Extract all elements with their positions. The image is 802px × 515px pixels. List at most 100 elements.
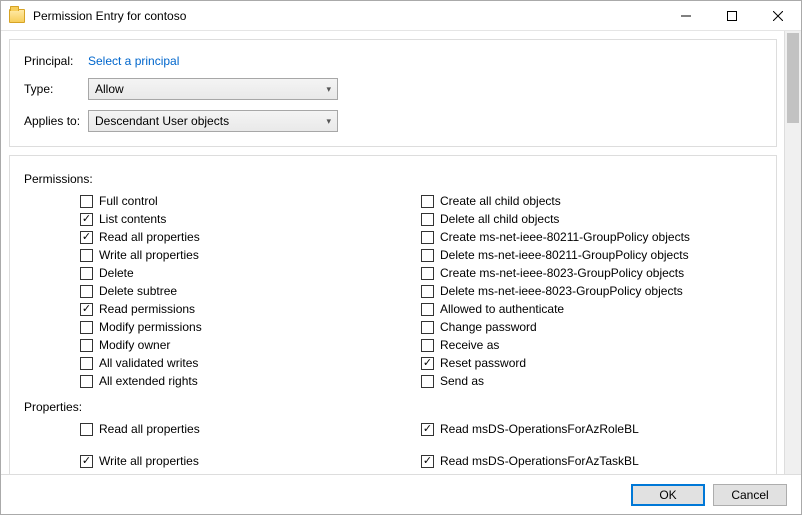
property-checkbox[interactable] (80, 455, 93, 468)
dialog-footer: OK Cancel (1, 474, 801, 514)
property-label: Read msDS-OperationsForAzRoleBL (440, 422, 639, 436)
permission-label: Delete (99, 266, 134, 280)
permission-label: Create ms-net-ieee-8023-GroupPolicy obje… (440, 266, 684, 280)
close-button[interactable] (755, 1, 801, 31)
cancel-button[interactable]: Cancel (713, 484, 787, 506)
ok-button-label: OK (659, 488, 676, 502)
permission-checkbox[interactable] (80, 285, 93, 298)
permission-label: Allowed to authenticate (440, 302, 564, 316)
permission-label: Reset password (440, 356, 526, 370)
applies-to-select-value: Descendant User objects (95, 114, 229, 128)
minimize-button[interactable] (663, 1, 709, 31)
permission-checkbox[interactable] (421, 195, 434, 208)
permission-row: Send as (421, 372, 762, 390)
type-select-value: Allow (95, 82, 124, 96)
chevron-down-icon: ▾ (326, 84, 331, 95)
property-label: Write all properties (99, 454, 199, 468)
permission-row: List contents (80, 210, 421, 228)
permission-row: Read permissions (80, 300, 421, 318)
permission-row: Allowed to authenticate (421, 300, 762, 318)
permission-checkbox[interactable] (80, 339, 93, 352)
permission-label: Create ms-net-ieee-80211-GroupPolicy obj… (440, 230, 690, 244)
permission-checkbox[interactable] (421, 321, 434, 334)
permission-checkbox[interactable] (421, 375, 434, 388)
window-title: Permission Entry for contoso (33, 9, 186, 23)
permission-row: Create ms-net-ieee-8023-GroupPolicy obje… (421, 264, 762, 282)
permission-checkbox[interactable] (80, 321, 93, 334)
permission-row: Change password (421, 318, 762, 336)
permission-checkbox[interactable] (421, 303, 434, 316)
type-label: Type: (24, 82, 88, 96)
permission-row: Delete ms-net-ieee-80211-GroupPolicy obj… (421, 246, 762, 264)
permission-checkbox[interactable] (80, 375, 93, 388)
permissions-panel: Permissions: Full control List contents Re… (9, 155, 777, 474)
permission-row: Modify permissions (80, 318, 421, 336)
permission-label: Send as (440, 374, 484, 388)
vertical-scrollbar[interactable] (784, 31, 801, 474)
titlebar: Permission Entry for contoso (1, 1, 801, 31)
permission-label: Full control (99, 194, 158, 208)
permission-label: Modify permissions (99, 320, 202, 334)
permission-label: Change password (440, 320, 537, 334)
permission-label: Receive as (440, 338, 499, 352)
permission-row: Create all child objects (421, 192, 762, 210)
select-principal-link[interactable]: Select a principal (88, 54, 179, 68)
property-row: Read msDS-OperationsForAzTaskBL (421, 452, 762, 470)
permission-checkbox[interactable] (80, 231, 93, 244)
permission-row: Full control (80, 192, 421, 210)
permissions-label: Permissions: (24, 172, 762, 186)
permission-checkbox[interactable] (80, 267, 93, 280)
permission-label: Create all child objects (440, 194, 561, 208)
property-label: Read msDS-OperationsForAzTaskBL (440, 454, 639, 468)
permission-label: All validated writes (99, 356, 198, 370)
property-row: Read msDS-OperationsForAzRoleBL (421, 420, 762, 438)
permission-checkbox[interactable] (421, 339, 434, 352)
permission-checkbox[interactable] (80, 195, 93, 208)
permission-row: Read all properties (80, 228, 421, 246)
permission-checkbox[interactable] (80, 213, 93, 226)
permission-row: All validated writes (80, 354, 421, 372)
property-row: Read all properties (80, 420, 421, 438)
permission-checkbox[interactable] (421, 231, 434, 244)
permission-label: List contents (99, 212, 166, 226)
permission-label: Read permissions (99, 302, 195, 316)
permission-label: Modify owner (99, 338, 170, 352)
permission-row: Modify owner (80, 336, 421, 354)
permission-label: Delete ms-net-ieee-80211-GroupPolicy obj… (440, 248, 689, 262)
folder-icon (9, 9, 25, 23)
permission-row: Delete ms-net-ieee-8023-GroupPolicy obje… (421, 282, 762, 300)
permission-row: Write all properties (80, 246, 421, 264)
property-checkbox[interactable] (421, 455, 434, 468)
scrollbar-thumb[interactable] (787, 33, 799, 123)
permission-checkbox[interactable] (80, 357, 93, 370)
properties-label: Properties: (24, 400, 762, 414)
permission-label: All extended rights (99, 374, 198, 388)
permission-checkbox[interactable] (421, 249, 434, 262)
permission-row: Delete all child objects (421, 210, 762, 228)
permission-row: Delete (80, 264, 421, 282)
permission-checkbox[interactable] (421, 213, 434, 226)
client-area: Principal: Select a principal Type: Allo… (1, 31, 801, 474)
permission-checkbox[interactable] (80, 249, 93, 262)
permission-row: Reset password (421, 354, 762, 372)
permission-label: Delete subtree (99, 284, 177, 298)
permission-row: All extended rights (80, 372, 421, 390)
applies-to-select[interactable]: Descendant User objects ▾ (88, 110, 338, 132)
permission-checkbox[interactable] (421, 267, 434, 280)
principal-panel: Principal: Select a principal Type: Allo… (9, 39, 777, 147)
maximize-button[interactable] (709, 1, 755, 31)
chevron-down-icon: ▾ (326, 116, 331, 127)
type-select[interactable]: Allow ▾ (88, 78, 338, 100)
ok-button[interactable]: OK (631, 484, 705, 506)
property-checkbox[interactable] (80, 423, 93, 436)
principal-label: Principal: (24, 54, 88, 68)
permission-checkbox[interactable] (80, 303, 93, 316)
permission-row: Delete subtree (80, 282, 421, 300)
applies-to-label: Applies to: (24, 114, 88, 128)
property-checkbox[interactable] (421, 423, 434, 436)
permission-row: Receive as (421, 336, 762, 354)
permission-checkbox[interactable] (421, 357, 434, 370)
cancel-button-label: Cancel (731, 488, 768, 502)
permission-label: Write all properties (99, 248, 199, 262)
permission-checkbox[interactable] (421, 285, 434, 298)
